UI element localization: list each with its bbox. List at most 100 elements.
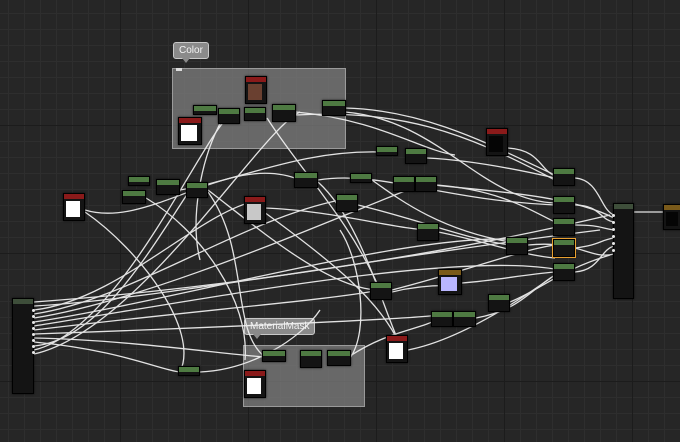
node-header (377, 147, 397, 152)
vector-param-node[interactable] (63, 193, 85, 221)
math-node[interactable] (376, 146, 398, 156)
vector-param-node[interactable] (438, 269, 462, 295)
color-preview (66, 201, 80, 217)
math-node[interactable] (553, 196, 575, 214)
wire (344, 111, 556, 204)
math-node[interactable] (553, 218, 575, 236)
math-node[interactable] (350, 173, 372, 183)
math-node[interactable] (272, 104, 296, 122)
node-header (554, 197, 574, 202)
wire (574, 204, 615, 223)
math-node[interactable] (156, 179, 180, 195)
vector-param-node[interactable] (244, 370, 266, 398)
output-pin[interactable] (32, 333, 35, 336)
wire (263, 211, 401, 346)
color-preview (389, 343, 403, 359)
wire (574, 237, 615, 249)
math-node[interactable] (128, 176, 150, 186)
math-node[interactable] (244, 107, 266, 121)
vector-param-node[interactable] (244, 196, 266, 224)
node-header (394, 177, 414, 182)
node-header (273, 105, 295, 110)
math-node[interactable] (417, 223, 439, 241)
vector-param-node[interactable] (386, 335, 408, 363)
math-node[interactable] (431, 311, 453, 327)
math-node[interactable] (453, 311, 476, 327)
math-node[interactable] (393, 176, 415, 192)
math-node[interactable] (218, 108, 240, 124)
node-header (371, 283, 391, 288)
color-preview (247, 204, 261, 220)
vector-param-node[interactable] (486, 128, 508, 156)
math-node[interactable] (300, 350, 322, 368)
node-header (179, 118, 201, 123)
wire (391, 244, 556, 291)
node-header (554, 219, 574, 224)
output-pin[interactable] (32, 309, 35, 312)
node-header (263, 351, 285, 356)
node-header (187, 183, 207, 188)
node-header (157, 180, 179, 185)
node-header (416, 177, 436, 182)
input-pin[interactable] (612, 249, 615, 252)
color-preview (441, 277, 457, 291)
texture-sample-node[interactable] (245, 76, 267, 104)
node-header (301, 351, 321, 356)
math-node[interactable] (262, 350, 286, 362)
texture-coordinate-node[interactable] (12, 298, 35, 394)
input-pin[interactable] (612, 214, 615, 217)
wire (507, 147, 556, 177)
node-header (487, 129, 507, 134)
output-pin[interactable] (32, 327, 35, 330)
node-header (454, 312, 475, 317)
math-node[interactable] (178, 366, 200, 376)
material-output-node[interactable] (612, 203, 634, 299)
node-header (554, 264, 574, 269)
output-pin[interactable] (32, 339, 35, 342)
node-header (614, 204, 633, 209)
node-header (337, 195, 357, 200)
math-node[interactable] (193, 105, 217, 115)
color-preview (181, 125, 197, 141)
node-header (123, 191, 145, 196)
node-header (554, 169, 574, 174)
math-node[interactable] (336, 194, 358, 212)
output-pin[interactable] (32, 345, 35, 348)
wire (33, 111, 301, 355)
output-pin[interactable] (32, 315, 35, 318)
output-pin[interactable] (32, 351, 35, 354)
node-header (179, 367, 199, 372)
math-node[interactable] (415, 176, 437, 192)
math-node[interactable] (186, 182, 208, 198)
color-preview (247, 378, 261, 394)
math-node[interactable] (322, 100, 346, 116)
vector-param-node[interactable] (178, 117, 202, 145)
input-pin[interactable] (612, 242, 615, 245)
node-wires (33, 107, 664, 373)
node-header (295, 173, 317, 178)
final-output-node[interactable] (663, 204, 680, 230)
math-node[interactable] (506, 237, 528, 255)
math-node[interactable] (122, 190, 146, 204)
math-node[interactable] (370, 282, 392, 300)
input-pin[interactable] (612, 221, 615, 224)
node-header (129, 177, 149, 182)
node-header (328, 351, 350, 356)
input-pin[interactable] (612, 228, 615, 231)
math-node[interactable] (327, 350, 351, 366)
node-header (406, 149, 426, 154)
math-node[interactable] (488, 294, 510, 312)
texture-preview (248, 84, 262, 100)
math-node[interactable] (294, 172, 318, 188)
math-node[interactable] (553, 168, 575, 186)
selected-math-node[interactable] (552, 238, 576, 258)
input-pin[interactable] (612, 235, 615, 238)
math-node[interactable] (405, 148, 427, 164)
wire (33, 114, 231, 351)
node-header (246, 77, 266, 82)
node-header (194, 106, 216, 111)
math-node[interactable] (553, 263, 575, 281)
node-header (245, 197, 265, 202)
output-pin[interactable] (32, 321, 35, 324)
material-graph-canvas[interactable]: Color MaterialMask (0, 0, 680, 442)
